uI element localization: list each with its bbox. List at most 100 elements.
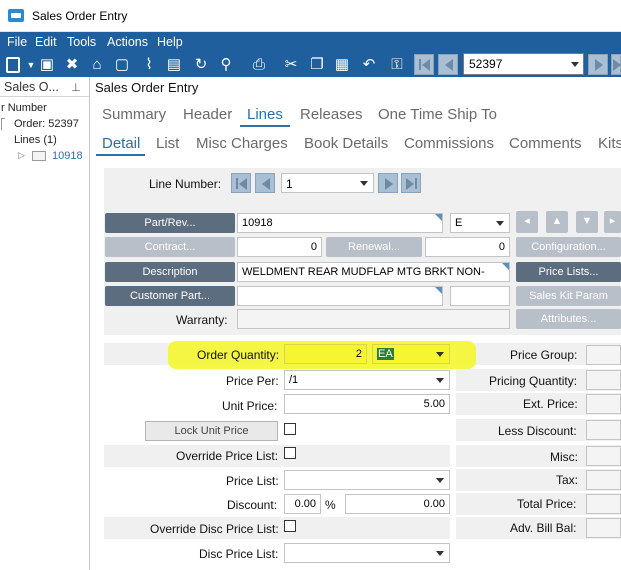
- tab-summary[interactable]: Summary: [102, 106, 166, 123]
- line-folder-icon: [32, 151, 46, 161]
- subtab-comments[interactable]: Comments: [509, 135, 582, 152]
- subtab-misc-charges[interactable]: Misc Charges: [196, 135, 288, 152]
- override-disc-label: Override Disc Price List:: [150, 522, 279, 536]
- chevron-down-icon[interactable]: [571, 62, 579, 67]
- subtab-detail[interactable]: Detail: [102, 135, 140, 152]
- attributes-button[interactable]: Attributes...: [516, 309, 621, 329]
- chevron-down-icon[interactable]: [436, 352, 444, 357]
- line-number-dropdown[interactable]: 1: [281, 173, 374, 193]
- subtab-book-details[interactable]: Book Details: [304, 135, 388, 152]
- line-next-button[interactable]: [378, 173, 398, 193]
- lock-unit-price-checkbox[interactable]: [284, 423, 296, 435]
- discount-percent-field[interactable]: 0.00: [284, 494, 321, 514]
- pin-icon[interactable]: ⊥: [71, 81, 81, 94]
- row-action-icon-2[interactable]: ▸: [604, 211, 621, 233]
- line-previous-button[interactable]: [255, 173, 275, 193]
- undo-icon[interactable]: ↶: [360, 56, 378, 74]
- chevron-down-icon[interactable]: [436, 378, 444, 383]
- contract-button[interactable]: Contract...: [105, 237, 235, 257]
- line-last-button[interactable]: [401, 173, 421, 193]
- chevron-down-icon[interactable]: [436, 478, 444, 483]
- customer-part-field[interactable]: [237, 286, 443, 306]
- part-number-value: 10918: [242, 217, 273, 229]
- delete-icon[interactable]: ✖: [63, 56, 81, 74]
- price-lists-button[interactable]: Price Lists...: [516, 262, 621, 282]
- customer-part-button[interactable]: Customer Part...: [105, 286, 235, 306]
- chevron-down-icon[interactable]: [436, 551, 444, 556]
- menu-file[interactable]: File: [7, 35, 27, 49]
- part-rev-button[interactable]: Part/Rev...: [105, 213, 235, 233]
- description-value: WELDMENT REAR MUDFLAP MTG BRKT NON-: [242, 266, 485, 278]
- tab-lines[interactable]: Lines: [247, 106, 283, 123]
- description-field[interactable]: WELDMENT REAR MUDFLAP MTG BRKT NON-: [237, 262, 510, 282]
- tree-item-line[interactable]: 10918: [52, 150, 83, 162]
- lock-unit-price-button[interactable]: Lock Unit Price: [145, 421, 278, 441]
- unit-price-field[interactable]: 5.00: [284, 394, 450, 414]
- tree-item-lines[interactable]: Lines (1): [14, 134, 57, 146]
- line-first-button[interactable]: [231, 173, 251, 193]
- menu-help[interactable]: Help: [157, 35, 183, 49]
- record-selector[interactable]: 52397: [463, 53, 584, 75]
- save-icon[interactable]: ▣: [38, 56, 56, 74]
- paste-icon[interactable]: ▦: [333, 56, 351, 74]
- uom-dropdown[interactable]: EA: [372, 344, 450, 364]
- expand-icon[interactable]: ▷: [18, 150, 25, 161]
- price-per-dropdown[interactable]: /1: [284, 370, 450, 390]
- subtab-commissions[interactable]: Commissions: [404, 135, 494, 152]
- renewal-field[interactable]: 0: [425, 237, 510, 257]
- new-icon[interactable]: [6, 57, 20, 73]
- tab-header[interactable]: Header: [183, 106, 232, 123]
- row-up-icon[interactable]: ▲: [546, 211, 568, 233]
- subtab-list[interactable]: List: [156, 135, 179, 152]
- warranty-field[interactable]: [237, 309, 510, 329]
- row-action-icon-1[interactable]: ◂: [516, 211, 538, 233]
- print-icon[interactable]: ⎙: [250, 56, 268, 74]
- override-price-list-checkbox[interactable]: [284, 447, 296, 459]
- refresh-icon[interactable]: ↻: [192, 56, 210, 74]
- attach-icon[interactable]: ⌇: [140, 56, 158, 74]
- order-quantity-field[interactable]: 2: [284, 344, 367, 364]
- chevron-down-icon[interactable]: [496, 221, 504, 226]
- search-icon[interactable]: ⚿: [388, 56, 406, 74]
- clear-icon[interactable]: ▢: [113, 56, 131, 74]
- customer-part-rev-field[interactable]: [450, 286, 510, 306]
- price-list-dropdown[interactable]: [284, 470, 450, 490]
- misc-label: Misc:: [550, 450, 578, 464]
- disc-price-list-dropdown[interactable]: [284, 543, 450, 563]
- chevron-down-icon[interactable]: [360, 181, 368, 186]
- brush-icon[interactable]: ⚲: [217, 56, 235, 74]
- tab-releases[interactable]: Releases: [300, 106, 363, 123]
- menu-edit[interactable]: Edit: [35, 35, 57, 49]
- copy-icon[interactable]: ❐: [308, 56, 326, 74]
- configuration-button[interactable]: Configuration...: [516, 237, 621, 257]
- renewal-button[interactable]: Renewal...: [326, 237, 422, 257]
- previous-record-button[interactable]: [438, 54, 458, 75]
- subtab-kits[interactable]: Kits: [598, 135, 621, 152]
- row-down-icon[interactable]: ▼: [576, 211, 598, 233]
- next-record-button[interactable]: [588, 54, 608, 75]
- line-number-label: Line Number:: [149, 177, 222, 191]
- price-per-label: Price Per:: [226, 374, 279, 388]
- cut-icon[interactable]: ✂: [282, 56, 300, 74]
- lookup-corner-icon: [435, 214, 442, 221]
- first-record-button[interactable]: [414, 54, 434, 75]
- print-preview-icon[interactable]: ▤: [165, 56, 183, 74]
- menu-tools[interactable]: Tools: [67, 35, 96, 49]
- description-button[interactable]: Description: [105, 262, 235, 282]
- tab-one-time-ship-to[interactable]: One Time Ship To: [378, 106, 497, 123]
- sales-kit-button[interactable]: Sales Kit Param: [516, 286, 621, 306]
- price-per-value: /1: [289, 374, 299, 386]
- last-record-button[interactable]: [611, 54, 621, 75]
- part-number-field[interactable]: 10918: [237, 213, 443, 233]
- discount-amount-field[interactable]: 0.00: [345, 494, 450, 514]
- tree-item-number[interactable]: r Number: [1, 102, 47, 114]
- override-disc-checkbox[interactable]: [284, 520, 296, 532]
- contract-field[interactable]: 0: [237, 237, 322, 257]
- total-price-field: [586, 494, 621, 514]
- attachments-icon[interactable]: ⌂: [88, 56, 106, 74]
- tree-item-order[interactable]: Order: 52397: [14, 118, 79, 130]
- price-group-field[interactable]: [586, 345, 621, 365]
- menu-actions[interactable]: Actions: [107, 35, 148, 49]
- app-icon: [8, 9, 24, 22]
- revision-dropdown[interactable]: E: [450, 213, 510, 233]
